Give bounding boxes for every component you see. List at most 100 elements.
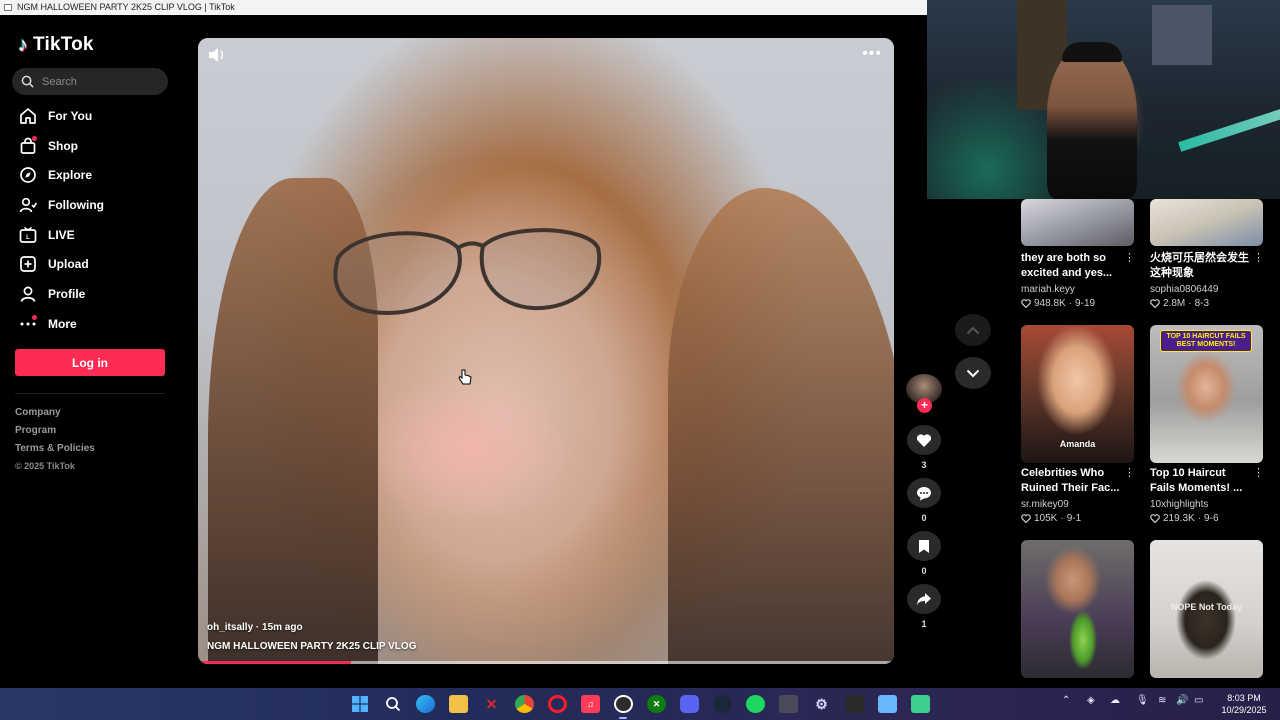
card-title[interactable]: Celebrities Who Ruined Their Fac... xyxy=(1021,466,1123,496)
recommended-video-card[interactable]: Amanda xyxy=(1021,325,1134,463)
search-input[interactable] xyxy=(42,75,152,88)
card-stats: 219.3K · 9-6 xyxy=(1150,513,1219,524)
chat-app-icon[interactable] xyxy=(911,695,930,713)
recommended-video-card[interactable]: NOPE Not Today xyxy=(1150,540,1263,678)
nav-item-profile[interactable]: Profile xyxy=(14,279,174,309)
recommended-video-card[interactable] xyxy=(1021,199,1134,246)
card-title[interactable]: they are both so excited and yes... xyxy=(1021,251,1123,281)
speaker-icon[interactable]: 🔊 xyxy=(1176,695,1188,706)
obs-icon[interactable] xyxy=(614,695,633,713)
nav-item-following[interactable]: Following xyxy=(14,190,174,220)
video-thumbnail[interactable] xyxy=(1021,540,1134,678)
video-more-options-icon[interactable]: ••• xyxy=(862,45,882,63)
separator: · xyxy=(1068,298,1073,309)
next-video-button[interactable] xyxy=(955,357,991,389)
nav-item-live[interactable]: L LIVE xyxy=(14,220,174,250)
follow-plus-icon[interactable]: + xyxy=(917,398,932,413)
card-more-icon[interactable]: ⋮ xyxy=(1253,251,1264,264)
card-stats: 948.8K · 9-19 xyxy=(1021,298,1095,309)
login-button[interactable]: Log in xyxy=(15,349,165,376)
video-thumbnail[interactable]: Amanda xyxy=(1021,325,1134,463)
video-player[interactable]: ••• oh_itsally · 15m ago NGM HALLOWEEN P… xyxy=(198,38,894,664)
thumbnail-overlay-text: Amanda xyxy=(1059,439,1096,449)
like-button[interactable] xyxy=(907,425,941,455)
steam-icon[interactable] xyxy=(713,695,732,713)
svg-text:L: L xyxy=(26,235,30,241)
card-date: 9-6 xyxy=(1204,513,1219,524)
card-stats: 2.8M · 8-3 xyxy=(1150,298,1209,309)
nav-label-more: More xyxy=(48,316,77,331)
compass-icon xyxy=(18,165,38,185)
main-nav: For You Shop Explore Following L LIVE Up… xyxy=(14,101,174,339)
nav-item-more[interactable]: More xyxy=(14,309,174,339)
recommended-video-card[interactable] xyxy=(1021,540,1134,678)
save-button[interactable] xyxy=(907,531,941,561)
sound-icon[interactable] xyxy=(207,47,227,63)
nav-label-live: LIVE xyxy=(48,227,75,242)
share-button[interactable] xyxy=(907,584,941,614)
share-arrow-icon xyxy=(917,593,931,605)
comment-button[interactable] xyxy=(907,478,941,508)
opera-icon[interactable] xyxy=(548,695,567,713)
webcam-overlay xyxy=(927,0,1280,199)
file-explorer-icon[interactable] xyxy=(449,695,468,713)
wifi-icon[interactable]: ≋ xyxy=(1158,695,1166,706)
clock-time: 8:03 PM xyxy=(1227,693,1261,703)
taskbar-clock[interactable]: 8:03 PM 10/29/2025 xyxy=(1216,692,1272,716)
microphone-icon[interactable]: 🎙 xyxy=(1136,695,1149,706)
video-thumbnail[interactable] xyxy=(1150,199,1263,246)
card-title[interactable]: Top 10 Haircut Fails Moments! ... xyxy=(1150,466,1252,496)
video-thumbnail[interactable] xyxy=(1021,199,1134,246)
card-username[interactable]: mariah.keyy xyxy=(1021,284,1075,295)
video-thumbnail[interactable]: NOPE Not Today xyxy=(1150,540,1263,678)
previous-video-button[interactable] xyxy=(955,314,991,346)
nav-item-explore[interactable]: Explore xyxy=(14,160,174,190)
search-box[interactable] xyxy=(12,68,168,95)
tiktok-logo[interactable]: ♪ TikTok xyxy=(18,34,94,56)
battery-icon[interactable]: ▭ xyxy=(1194,695,1203,706)
card-more-icon[interactable]: ⋮ xyxy=(1253,466,1264,479)
x-app-icon[interactable]: ✕ xyxy=(482,695,501,713)
app-cube-icon[interactable] xyxy=(779,695,798,713)
card-more-icon[interactable]: ⋮ xyxy=(1124,251,1135,264)
window-title-bar: NGM HALLOWEEN PARTY 2K25 CLIP VLOG | Tik… xyxy=(0,0,927,15)
card-more-icon[interactable]: ⋮ xyxy=(1124,466,1135,479)
video-progress-bar[interactable] xyxy=(198,661,894,664)
active-app-indicator xyxy=(619,717,627,719)
search-icon[interactable] xyxy=(21,75,34,88)
recommended-video-card[interactable] xyxy=(1150,199,1263,246)
epic-games-icon[interactable] xyxy=(845,695,864,713)
notes-icon[interactable] xyxy=(878,695,897,713)
windows-taskbar: ✕ ♫ ✕ ⚙ ⌃ ◈ ☁ 🎙 ≋ 🔊 ▭ xyxy=(0,688,1280,720)
card-username[interactable]: 10xhighlights xyxy=(1150,499,1208,510)
video-author-line[interactable]: oh_itsally · 15m ago xyxy=(207,622,303,633)
card-username[interactable]: sophia0806449 xyxy=(1150,284,1218,295)
edge-icon[interactable] xyxy=(416,695,435,713)
thumbnail-overlay-text: TOP 10 HAIRCUT FAILS BEST MOMENTS! xyxy=(1160,330,1252,352)
video-thumbnail[interactable]: TOP 10 HAIRCUT FAILS BEST MOMENTS! xyxy=(1150,325,1263,463)
sidebar-footer: Company Program Terms & Policies © 2025 … xyxy=(15,404,95,474)
card-title[interactable]: 火烧可乐居然会发生这种现象 xyxy=(1150,251,1252,281)
footer-link-program[interactable]: Program xyxy=(15,422,95,440)
settings-icon[interactable]: ⚙ xyxy=(812,695,831,713)
xbox-icon[interactable]: ✕ xyxy=(647,695,666,713)
tray-chevron-up-icon[interactable]: ⌃ xyxy=(1062,695,1070,706)
heart-outline-icon xyxy=(1150,299,1160,308)
nav-item-for-you[interactable]: For You xyxy=(14,101,174,131)
footer-link-company[interactable]: Company xyxy=(15,404,95,422)
recommended-video-card[interactable]: TOP 10 HAIRCUT FAILS BEST MOMENTS! xyxy=(1150,325,1263,463)
search-icon[interactable] xyxy=(383,695,402,713)
spotify-icon[interactable] xyxy=(746,695,765,713)
footer-link-terms[interactable]: Terms & Policies xyxy=(15,440,95,458)
chrome-icon[interactable] xyxy=(515,695,534,713)
nav-item-upload[interactable]: Upload xyxy=(14,249,174,279)
music-icon[interactable]: ♫ xyxy=(581,695,600,713)
discord-icon[interactable] xyxy=(680,695,699,713)
nav-item-shop[interactable]: Shop xyxy=(14,131,174,161)
start-icon[interactable] xyxy=(350,695,369,713)
chevron-down-icon xyxy=(966,369,980,377)
tray-app-icon[interactable]: ◈ xyxy=(1087,695,1095,706)
card-date: 8-3 xyxy=(1194,298,1210,309)
tray-cloud-icon[interactable]: ☁ xyxy=(1110,695,1120,706)
card-username[interactable]: sr.mikey09 xyxy=(1021,499,1069,510)
